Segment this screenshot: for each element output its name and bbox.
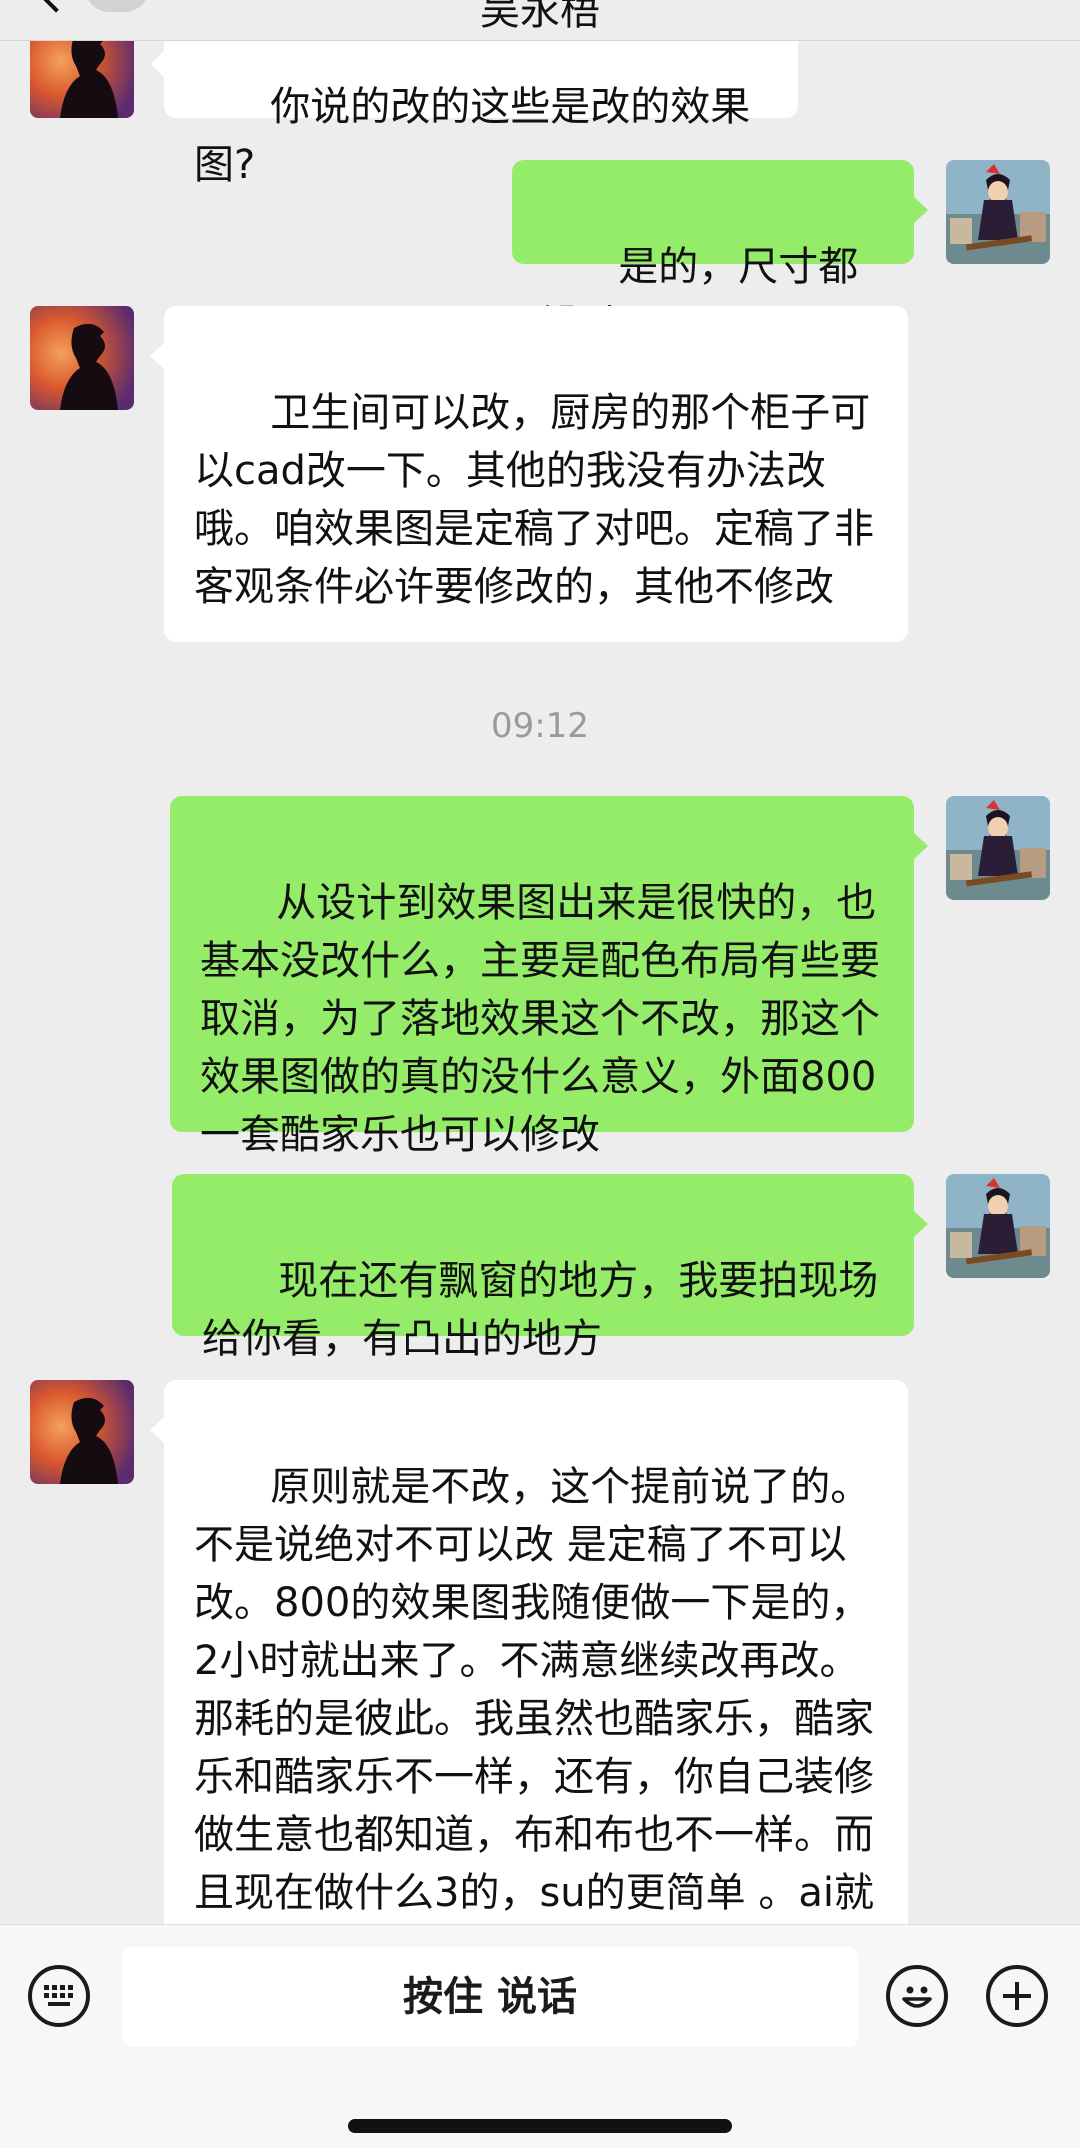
input-bar: 按住 说话 <box>0 1924 1080 2148</box>
timestamp: 09:12 <box>491 706 589 746</box>
emoji-icon <box>902 1986 932 2008</box>
keyboard-icon <box>44 1985 73 2006</box>
my-avatar[interactable] <box>946 160 1050 264</box>
keyboard-button[interactable] <box>28 1965 90 2027</box>
message-bubble[interactable]: 是的，尺寸都没动 <box>512 160 928 348</box>
plus-icon <box>1003 1982 1031 2010</box>
message-text: 现在还有飘窗的地方，我要拍现场给你看，有凸出的地方 <box>202 1258 879 1362</box>
message-bubble[interactable]: 原则就是不改，这个提前说了的。不是说绝对不可以改 是定稿了不可以改。800的效果… <box>150 1380 908 1924</box>
message-list[interactable]: 你说的改的这些是改的效果图? 是的，尺寸都没动 <box>0 0 1080 1924</box>
hold-to-talk-button[interactable]: 按住 说话 <box>122 1947 858 2047</box>
message-bubble[interactable]: 现在还有飘窗的地方，我要拍现场给你看，有凸出的地方 <box>172 1174 928 1362</box>
more-button[interactable] <box>986 1965 1048 2027</box>
chat-header: 吴永梧 <box>0 0 1080 41</box>
emoji-button[interactable] <box>886 1965 948 2027</box>
chat-screen: 你说的改的这些是改的效果图? 是的，尺寸都没动 <box>0 0 1080 2148</box>
message-bubble[interactable]: 从设计到效果图出来是很快的，也基本没改什么，主要是配色布局有些要取消，为了落地效… <box>170 796 928 1158</box>
message-text: 从设计到效果图出来是很快的，也基本没改什么，主要是配色布局有些要取消，为了落地效… <box>200 880 880 1158</box>
message-text: 原则就是不改，这个提前说了的。不是说绝对不可以改 是定稿了不可以改。800的效果… <box>194 1464 874 1916</box>
message-bubble[interactable]: 卫生间可以改，厨房的那个柜子可以cad改一下。其他的我没有办法改哦。咱效果图是定… <box>150 306 908 642</box>
my-avatar[interactable] <box>946 1174 1050 1278</box>
contact-avatar[interactable] <box>30 306 134 410</box>
chat-title[interactable]: 吴永梧 <box>0 0 1080 36</box>
contact-avatar[interactable] <box>30 1380 134 1484</box>
my-avatar[interactable] <box>946 796 1050 900</box>
message-text: 卫生间可以改，厨房的那个柜子可以cad改一下。其他的我没有办法改哦。咱效果图是定… <box>194 390 874 610</box>
home-indicator[interactable] <box>348 2119 732 2133</box>
